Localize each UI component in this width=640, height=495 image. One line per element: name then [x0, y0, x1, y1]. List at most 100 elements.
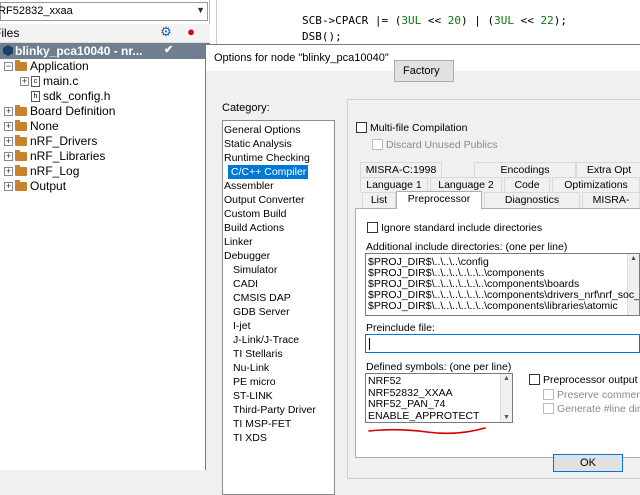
editor-gutter: [216, 0, 220, 44]
tree-item-label: Output: [30, 179, 67, 193]
include-dirs-textarea[interactable]: ▲ $PROJ_DIR$\..\..\..\config $PROJ_DIR$\.…: [365, 253, 640, 316]
include-dir-line: $PROJ_DIR$\..\..\..\..\..\..\components: [368, 267, 545, 279]
expand-icon[interactable]: +: [4, 137, 13, 147]
files-header: Files: [0, 24, 210, 43]
category-item[interactable]: C/C++ Compiler: [228, 165, 309, 179]
expand-icon[interactable]: +: [4, 152, 13, 162]
tab-misra[interactable]: MISRA-: [582, 192, 640, 208]
category-item[interactable]: Runtime Checking: [224, 151, 310, 165]
category-item[interactable]: Custom Build: [224, 207, 286, 221]
category-item[interactable]: Output Converter: [224, 193, 305, 207]
category-item[interactable]: J-Link/J-Trace: [233, 333, 299, 347]
category-item[interactable]: I-jet: [233, 319, 251, 333]
defined-symbol-line: NRF52832_XXAA: [368, 386, 453, 399]
tab-diagnostics[interactable]: Diagnostics: [484, 192, 580, 208]
multifile-compilation-checkbox[interactable]: [356, 122, 367, 133]
expand-icon[interactable]: +: [20, 77, 29, 87]
tree-item-folder[interactable]: − Application: [4, 59, 89, 74]
tree-item-label: nRF_Log: [30, 164, 80, 178]
tab-extra-options[interactable]: Extra Opt: [576, 162, 640, 178]
project-cube-icon: [3, 45, 13, 56]
category-item[interactable]: ST-LINK: [233, 389, 273, 403]
category-item[interactable]: Linker: [224, 235, 253, 249]
tab-optimizations[interactable]: Optimizations: [552, 177, 640, 193]
collapse-icon[interactable]: −: [4, 62, 13, 72]
tree-item-label: Application: [30, 59, 89, 73]
tree-item-file[interactable]: + c main.c: [20, 74, 78, 89]
text-cursor: [369, 338, 370, 350]
discard-unused-publics-checkbox[interactable]: [372, 139, 383, 150]
multifile-compilation-label: Multi-file Compilation: [370, 122, 468, 134]
category-item[interactable]: CADI: [233, 277, 258, 291]
expand-icon[interactable]: +: [4, 122, 13, 132]
include-dir-line: $PROJ_DIR$\..\..\..\config: [368, 256, 489, 268]
preprocessor-output-checkbox[interactable]: [529, 374, 540, 385]
category-item[interactable]: Assembler: [224, 179, 274, 193]
category-item[interactable]: TI Stellaris: [233, 347, 283, 361]
category-item[interactable]: Static Analysis: [224, 137, 292, 151]
ignore-std-include-label: Ignore standard include directories: [381, 222, 543, 234]
preinclude-input[interactable]: [365, 334, 640, 353]
tree-item-folder[interactable]: + Output: [4, 179, 66, 194]
include-dirs-scrollbar[interactable]: ▲: [627, 254, 639, 315]
generate-line-checkbox[interactable]: [543, 403, 554, 414]
red-underline-annotation: [368, 427, 486, 435]
ok-button[interactable]: OK: [553, 454, 623, 472]
defined-symbol-line: NRF52: [368, 375, 402, 387]
defined-symbol-line: ENABLE_APPROTECT: [368, 409, 480, 422]
category-list[interactable]: General Options Static Analysis Runtime Ch…: [222, 120, 335, 495]
defined-symbols-textarea[interactable]: ▲ ▼ NRF52 NRF52832_XXAA NRF52_PAN_74 ENABLE_…: [365, 373, 513, 423]
category-item[interactable]: TI XDS: [233, 431, 267, 445]
tree-item-folder[interactable]: + nRF_Libraries: [4, 149, 105, 164]
category-item[interactable]: CMSIS DAP: [233, 291, 291, 305]
build-status-dot-icon: ●: [187, 24, 195, 39]
expand-icon[interactable]: +: [4, 167, 13, 177]
configuration-selector[interactable]: nRF52832_xxaa ▼: [0, 2, 208, 21]
project-node[interactable]: blinky_pca10040 - nr... ✔: [0, 43, 210, 59]
folder-icon: [15, 135, 27, 147]
folder-icon: [15, 150, 27, 162]
tree-item-file[interactable]: h sdk_config.h: [20, 89, 110, 104]
tab-preprocessor[interactable]: Preprocessor: [396, 191, 482, 209]
gear-icon[interactable]: ⚙: [155, 24, 177, 43]
tree-item-label: nRF_Libraries: [30, 149, 106, 163]
code-line: DSB();: [302, 30, 342, 43]
defined-symbols-scrollbar[interactable]: ▲ ▼: [500, 374, 512, 422]
tree-item-label: nRF_Drivers: [30, 134, 98, 148]
folder-icon: [15, 165, 27, 177]
category-item[interactable]: PE micro: [233, 375, 276, 389]
category-item[interactable]: General Options: [224, 123, 300, 137]
tab-encodings[interactable]: Encodings: [474, 162, 576, 178]
file-icon: c: [31, 76, 40, 88]
tab-code[interactable]: Code: [504, 177, 550, 193]
preinclude-label: Preinclude file:: [366, 322, 435, 334]
factory-settings-button[interactable]: Factory: [394, 60, 454, 82]
category-item[interactable]: TI MSP-FET: [233, 417, 291, 431]
category-item[interactable]: Build Actions: [224, 221, 284, 235]
category-item[interactable]: Debugger: [224, 249, 270, 263]
preserve-comments-checkbox[interactable]: [543, 389, 554, 400]
expand-icon[interactable]: +: [4, 107, 13, 117]
category-item[interactable]: Third-Party Driver: [233, 403, 316, 417]
tree-item-folder[interactable]: + nRF_Log: [4, 164, 79, 179]
expand-icon[interactable]: +: [4, 182, 13, 192]
checkmark-icon: ✔: [164, 44, 174, 56]
preprocessor-output-label: Preprocessor output to f: [543, 374, 640, 386]
code-line: SCB->CPACR |= (3UL << 20) | (3UL << 22);: [302, 14, 567, 27]
files-header-label: Files: [0, 26, 20, 40]
tree-item-folder[interactable]: + nRF_Drivers: [4, 134, 97, 149]
project-node-label: blinky_pca10040 - nr...: [15, 44, 143, 58]
ignore-std-include-checkbox[interactable]: [367, 222, 378, 233]
tree-item-label: Board Definition: [30, 104, 116, 118]
category-item[interactable]: Simulator: [233, 263, 277, 277]
tab-misra-c-1998[interactable]: MISRA-C:1998: [360, 162, 442, 178]
tab-list[interactable]: List: [362, 192, 396, 208]
tree-item-folder[interactable]: + Board Definition: [4, 104, 115, 119]
category-item[interactable]: GDB Server: [233, 305, 290, 319]
folder-icon: [15, 180, 27, 192]
chevron-down-icon[interactable]: ▼: [196, 5, 205, 15]
tree-item-folder[interactable]: + None: [4, 119, 59, 134]
category-item[interactable]: Nu-Link: [233, 361, 269, 375]
tree-item-label: sdk_config.h: [43, 89, 111, 103]
code-editor[interactable]: SCB->CPACR |= (3UL << 20) | (3UL << 22);…: [210, 0, 640, 44]
